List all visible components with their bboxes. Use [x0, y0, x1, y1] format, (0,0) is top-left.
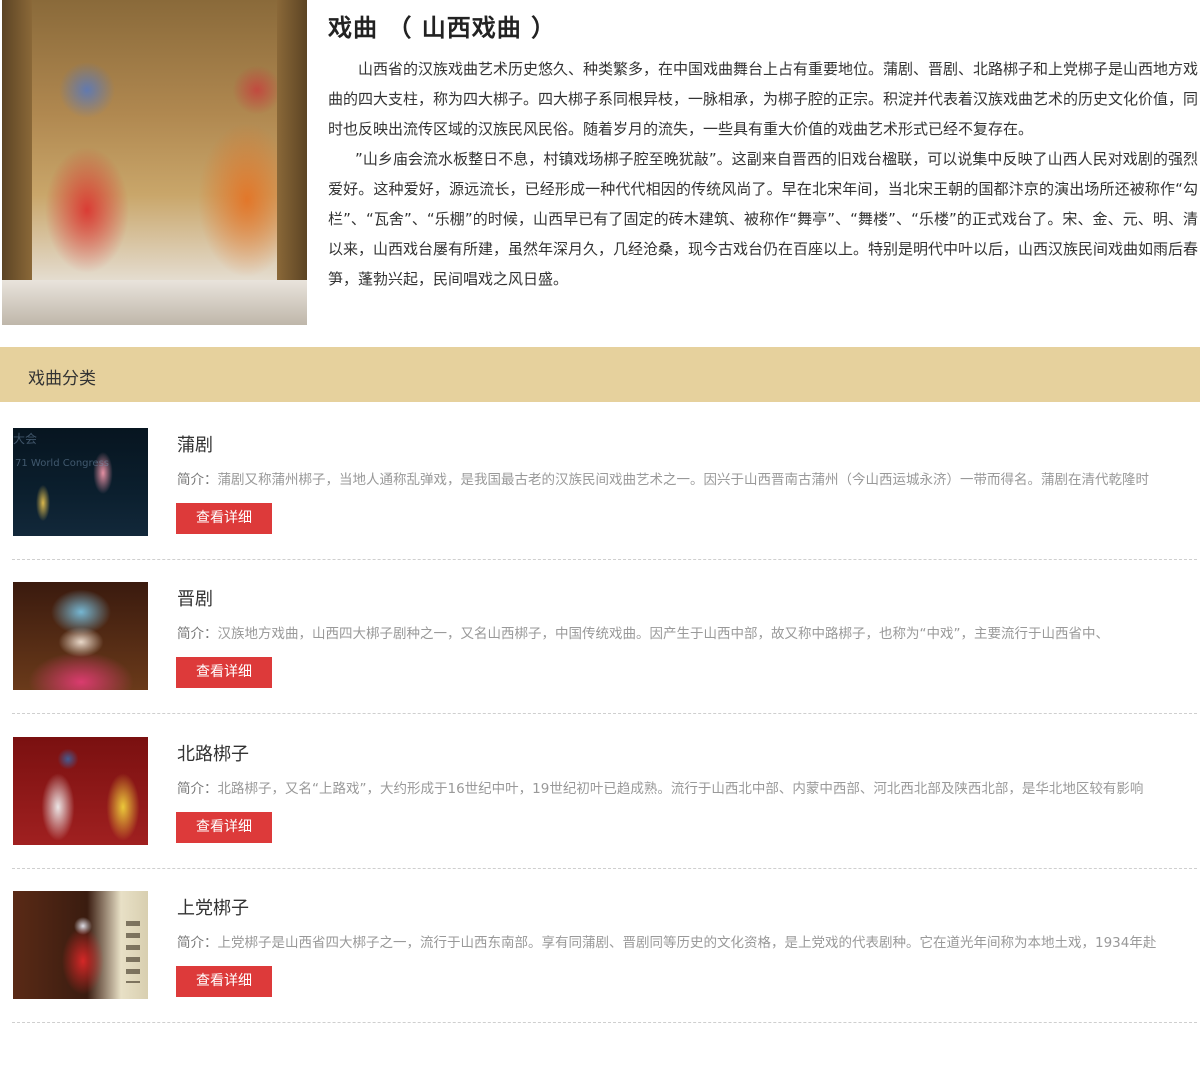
description-text: 汉族地方戏曲，山西四大梆子剧种之一，又名山西梆子，中国传统戏曲。因产生于山西中部…: [217, 626, 1110, 642]
intro-text: 山西省的汉族戏曲艺术历史悠久、种类繁多，在中国戏曲舞台上占有重要地位。蒲剧、晋剧…: [328, 54, 1198, 294]
description-label: 简介：: [177, 781, 218, 797]
description-label: 简介：: [177, 626, 218, 642]
jinju-thumbnail[interactable]: [13, 582, 148, 690]
item-title[interactable]: 蒲剧: [177, 431, 213, 457]
item-description: 简介：北路梆子，又名“上路戏”，大约形成于16世纪中叶，19世纪初叶已趋成熟。流…: [177, 777, 1192, 797]
shangdang-bangzi-thumbnail[interactable]: [13, 891, 148, 999]
calligraphy-scroll: [126, 921, 140, 983]
description-text: 北路梆子，又名“上路戏”，大约形成于16世纪中叶，19世纪初叶已趋成熟。流行于山…: [217, 781, 1144, 797]
description-text: 蒲剧又称蒲州梆子，当地人通称乱弹戏，是我国最古老的汉族民间戏曲艺术之一。因兴于山…: [217, 472, 1150, 488]
category-heading: 戏曲分类: [28, 369, 96, 389]
thumbnail-watermark: 大会: [13, 432, 38, 446]
item-title[interactable]: 北路梆子: [177, 740, 249, 766]
item-divider: [12, 1022, 1197, 1023]
intro-section: 戏曲 （ 山西戏曲 ） 山西省的汉族戏曲艺术历史悠久、种类繁多，在中国戏曲舞台上…: [0, 0, 1200, 330]
item-title[interactable]: 上党梆子: [177, 894, 249, 920]
list-item: 大会 71 World Congress 蒲剧 简介：蒲剧又称蒲州梆子，当地人通…: [0, 402, 1200, 560]
description-label: 简介：: [177, 935, 218, 951]
curtain-right: [277, 0, 307, 325]
opera-performance-image: [2, 0, 307, 325]
description-text: 上党梆子是山西省四大梆子之一，流行于山西东南部。享有同蒲剧、晋剧同等历史的文化资…: [217, 935, 1157, 951]
category-header: 戏曲分类: [0, 347, 1200, 402]
intro-paragraph-2: ”山乡庙会流水板整日不息，村镇戏场梆子腔至晚犹敲”。这副来自晋西的旧戏台楹联，可…: [328, 150, 1199, 288]
thumbnail-watermark: 71 World Congress: [15, 458, 109, 469]
curtain-left: [2, 0, 32, 325]
list-item: 晋剧 简介：汉族地方戏曲，山西四大梆子剧种之一，又名山西梆子，中国传统戏曲。因产…: [0, 556, 1200, 714]
list-item: 北路梆子 简介：北路梆子，又名“上路戏”，大约形成于16世纪中叶，19世纪初叶已…: [0, 711, 1200, 869]
list-item: 上党梆子 简介：上党梆子是山西省四大梆子之一，流行于山西东南部。享有同蒲剧、晋剧…: [0, 865, 1200, 1023]
view-details-button[interactable]: 查看详细: [176, 966, 272, 997]
item-title[interactable]: 晋剧: [177, 585, 213, 611]
description-label: 简介：: [177, 472, 218, 488]
view-details-button[interactable]: 查看详细: [176, 503, 272, 534]
view-details-button[interactable]: 查看详细: [176, 657, 272, 688]
beilu-bangzi-thumbnail[interactable]: [13, 737, 148, 845]
item-description: 简介：蒲剧又称蒲州梆子，当地人通称乱弹戏，是我国最古老的汉族民间戏曲艺术之一。因…: [177, 468, 1192, 488]
puju-thumbnail[interactable]: 大会 71 World Congress: [13, 428, 148, 536]
stage-floor: [2, 280, 307, 325]
view-details-button[interactable]: 查看详细: [176, 812, 272, 843]
item-description: 简介：上党梆子是山西省四大梆子之一，流行于山西东南部。享有同蒲剧、晋剧同等历史的…: [177, 931, 1192, 951]
page-title: 戏曲 （ 山西戏曲 ）: [328, 14, 557, 42]
intro-paragraph-1: 山西省的汉族戏曲艺术历史悠久、种类繁多，在中国戏曲舞台上占有重要地位。蒲剧、晋剧…: [328, 60, 1199, 138]
item-description: 简介：汉族地方戏曲，山西四大梆子剧种之一，又名山西梆子，中国传统戏曲。因产生于山…: [177, 622, 1192, 642]
